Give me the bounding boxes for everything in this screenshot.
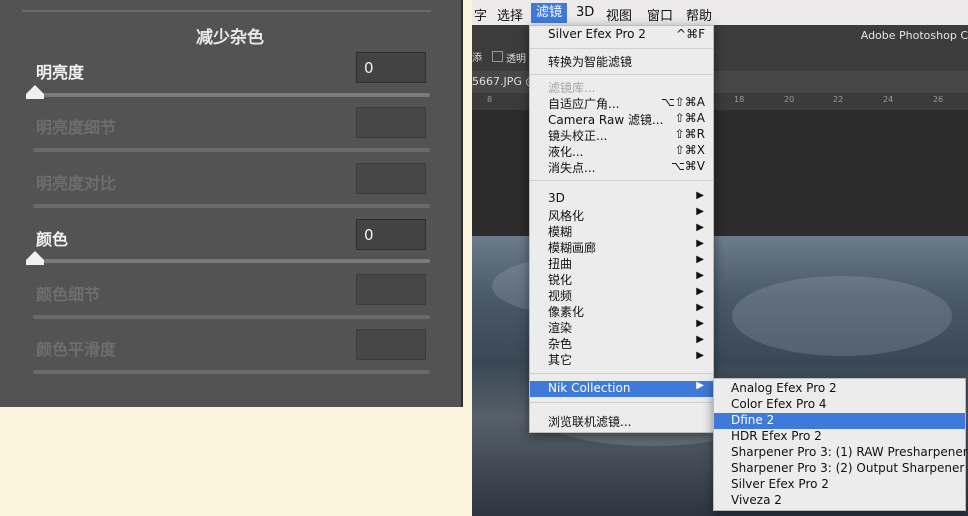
- submenu-arrow-icon: ▶: [696, 222, 704, 233]
- submenu-arrow-icon: ▶: [696, 238, 704, 249]
- menu-item-pixelate[interactable]: 像素化 ▶: [530, 302, 713, 319]
- menu-item-stylize[interactable]: 风格化 ▶: [530, 206, 713, 223]
- luminance-label: 明亮度: [36, 63, 85, 82]
- submenu-item-analog-efex[interactable]: Analog Efex Pro 2: [714, 381, 965, 397]
- menu-view[interactable]: 视图: [606, 5, 632, 24]
- color-smoothness-slider-track: [33, 370, 430, 374]
- color-slider-track[interactable]: [33, 259, 430, 263]
- menu-item-other[interactable]: 其它 ▶: [530, 350, 713, 367]
- menu-item-lens-correction[interactable]: 镜头校正... ⇧⌘R: [530, 127, 713, 143]
- options-left-fragment: 添: [472, 53, 482, 64]
- color-input[interactable]: 0: [356, 219, 426, 250]
- filter-menu: Silver Efex Pro 2 ^⌘F 转换为智能滤镜 滤镜库... 自适应广…: [529, 25, 714, 433]
- menu-item-vanishing-point[interactable]: 消失点... ⌥⌘V: [530, 159, 713, 175]
- submenu-arrow-icon: ▶: [696, 380, 704, 391]
- submenu-arrow-icon: ▶: [696, 302, 704, 313]
- luminance-contrast-label: 明亮度对比: [36, 174, 117, 193]
- luminance-detail-input: [356, 107, 426, 138]
- panel-divider: [22, 10, 431, 12]
- menu-select[interactable]: 选择: [497, 5, 523, 24]
- color-smoothness-label: 颜色平滑度: [36, 340, 117, 359]
- app-title: Adobe Photoshop C: [860, 29, 968, 42]
- luminance-slider-track[interactable]: [33, 93, 430, 97]
- menu-item-distort[interactable]: 扭曲 ▶: [530, 254, 713, 271]
- submenu-arrow-icon: ▶: [696, 334, 704, 345]
- submenu-arrow-icon: ▶: [696, 206, 704, 217]
- ruler-tick: 8: [487, 95, 493, 104]
- submenu-item-silver-efex[interactable]: Silver Efex Pro 2: [714, 477, 965, 493]
- ruler-tick: 22: [833, 95, 844, 104]
- submenu-arrow-icon: ▶: [696, 350, 704, 361]
- submenu-item-color-efex[interactable]: Color Efex Pro 4: [714, 397, 965, 413]
- menu-help[interactable]: 帮助: [686, 5, 712, 24]
- color-detail-input: [356, 274, 426, 305]
- transparent-label: 透明: [506, 54, 526, 65]
- color-smoothness-input: [356, 329, 426, 360]
- ruler-tick: 26: [933, 95, 944, 104]
- menu-item-blur[interactable]: 模糊 ▶: [530, 222, 713, 239]
- nik-collection-submenu: Analog Efex Pro 2 Color Efex Pro 4 Dfine…: [713, 378, 968, 511]
- submenu-arrow-icon: ▶: [696, 318, 704, 329]
- menu-item-render[interactable]: 渲染 ▶: [530, 318, 713, 335]
- reduce-noise-panel: 减少杂色 明亮度 0 明亮度细节 明亮度对比 颜色 0 颜色细节 颜色平滑度: [0, 0, 463, 407]
- menu-item-convert-smart-filter[interactable]: 转换为智能滤镜: [530, 53, 713, 69]
- transparent-checkbox[interactable]: [492, 51, 503, 62]
- submenu-arrow-icon: ▶: [696, 286, 704, 297]
- menu-separator: [530, 74, 713, 75]
- menu-item-noise[interactable]: 杂色 ▶: [530, 334, 713, 351]
- photoshop-window: 字 选择 滤镜 3D 视图 窗口 帮助 Adobe Photoshop C 添 …: [472, 0, 968, 516]
- menu-item-adaptive-wide-angle[interactable]: 自适应广角... ⌥⇧⌘A: [530, 95, 713, 111]
- luminance-contrast-slider-track: [33, 204, 430, 208]
- menu-item-liquify[interactable]: 液化... ⇧⌘X: [530, 143, 713, 159]
- panel-title: 减少杂色: [196, 28, 264, 48]
- color-detail-slider-track: [33, 315, 430, 319]
- luminance-detail-slider-track: [33, 148, 430, 152]
- submenu-item-viveza[interactable]: Viveza 2: [714, 493, 965, 509]
- menu-item-filter-gallery: 滤镜库...: [548, 81, 596, 95]
- submenu-arrow-icon: ▶: [696, 254, 704, 265]
- menu-window[interactable]: 窗口: [647, 5, 673, 24]
- menu-item-silver-efex-last[interactable]: Silver Efex Pro 2 ^⌘F: [530, 27, 713, 43]
- submenu-arrow-icon: ▶: [696, 270, 704, 281]
- ruler-tick: 18: [734, 95, 745, 104]
- submenu-item-hdr-efex[interactable]: HDR Efex Pro 2: [714, 429, 965, 445]
- menu-separator: [530, 48, 713, 49]
- menu-separator: [530, 180, 713, 181]
- submenu-item-sharpener-raw[interactable]: Sharpener Pro 3: (1) RAW Presharpener: [714, 445, 968, 461]
- submenu-item-dfine[interactable]: Dfine 2: [714, 413, 965, 429]
- submenu-item-sharpener-output[interactable]: Sharpener Pro 3: (2) Output Sharpener: [714, 461, 965, 477]
- menu-type[interactable]: 字: [474, 5, 487, 24]
- document-tab[interactable]: 5667.JPG @: [472, 75, 536, 88]
- ruler-tick: 24: [883, 95, 894, 104]
- menu-filter[interactable]: 滤镜: [531, 3, 568, 23]
- menu-3d[interactable]: 3D: [576, 5, 594, 20]
- menu-item-video[interactable]: 视频 ▶: [530, 286, 713, 303]
- menu-item-sharpen[interactable]: 锐化 ▶: [530, 270, 713, 287]
- menu-separator: [530, 402, 713, 403]
- menu-bar: 字 选择 滤镜 3D 视图 窗口 帮助: [472, 0, 968, 25]
- color-label: 颜色: [36, 230, 69, 249]
- luminance-contrast-input: [356, 163, 426, 194]
- luminance-input[interactable]: 0: [356, 52, 426, 83]
- menu-item-3d[interactable]: 3D ▶: [530, 190, 713, 207]
- luminance-detail-label: 明亮度细节: [36, 118, 117, 137]
- ruler-tick: 20: [784, 95, 795, 104]
- menu-item-browse-online-filters[interactable]: 浏览联机滤镜...: [530, 413, 713, 429]
- menu-item-blur-gallery[interactable]: 模糊画廊 ▶: [530, 238, 713, 255]
- submenu-arrow-icon: ▶: [696, 190, 704, 201]
- menu-item-nik-collection[interactable]: Nik Collection ▶: [530, 380, 713, 397]
- menu-item-camera-raw[interactable]: Camera Raw 滤镜... ⇧⌘A: [530, 111, 713, 127]
- menu-separator: [530, 373, 713, 374]
- color-detail-label: 颜色细节: [36, 285, 101, 304]
